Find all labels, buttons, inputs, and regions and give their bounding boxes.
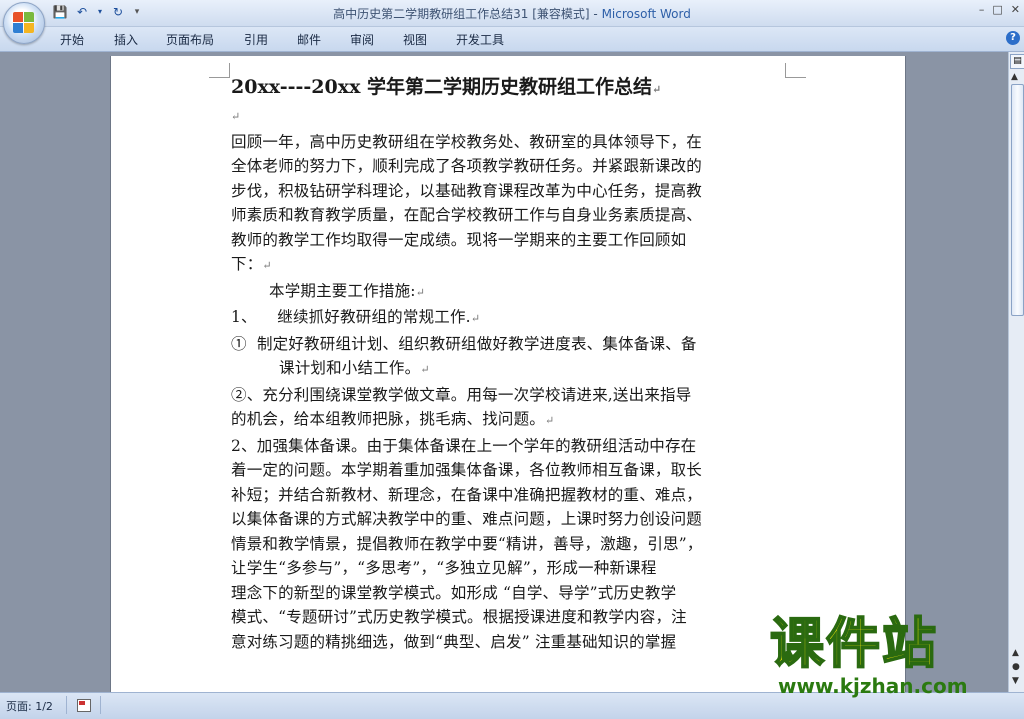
watermark-url: www.kjzhan.com (778, 674, 968, 698)
document-heading: 20xx----20xx 学年第二学期历史教研组工作总结↵ (231, 74, 787, 103)
tab-mailings[interactable]: 邮件 (297, 31, 321, 48)
vertical-scrollbar[interactable]: ▤ ▲ ▲ ● ▼ (1008, 52, 1024, 692)
watermark-logo: 课件站 www.kjzhan.com (769, 612, 1010, 699)
paragraph-line-end: 的机会，给本组教师把脉，挑毛病、找问题。↵ (231, 407, 787, 434)
paragraph-line: 情景和教学情景，提倡教师在教学中要“精讲，善导，激趣，引思”， (231, 534, 703, 553)
window-controls: – □ ✕ (979, 3, 1020, 16)
line-text: 课计划和小结工作。 (279, 359, 421, 377)
paragraph-line: 2、加强集体备课。由于集体备课在上一个学年的教研组活动中存在 (231, 436, 697, 455)
browse-object-icon[interactable]: ● (1012, 662, 1020, 672)
margin-corner-mark (785, 63, 806, 78)
paragraph-line: ① 制定好教研组计划、组织教研组做好教学进度表、集体备课、备 (231, 334, 697, 353)
paragraph-mark: ↵ (231, 110, 241, 123)
help-icon[interactable]: ? (1006, 31, 1020, 45)
window-title: 高中历史第二学期教研组工作总结31 [兼容模式] - Microsoft Wor… (0, 5, 1024, 22)
paragraph-line-end: 1、 继续抓好教研组的常规工作.↵ (231, 305, 787, 332)
status-divider (66, 696, 67, 714)
app-name: Microsoft Word (601, 7, 691, 21)
paragraph-line: 着一定的问题。本学期着重加强集体备课，各位教师相互备课，取长 (231, 461, 703, 479)
line-text: 下： (231, 255, 263, 273)
watermark-title: 课件站 (769, 612, 938, 675)
paragraph-line: 教师的教学工作均取得一定成绩。现将一学期来的主要工作回顾如 (231, 230, 687, 249)
page-count[interactable]: 页面: 1/2 (6, 698, 53, 714)
tab-view[interactable]: 视图 (403, 31, 427, 48)
next-page-icon[interactable]: ▼ (1012, 676, 1019, 686)
restore-icon[interactable]: □ (992, 3, 1002, 16)
paragraph-line: 全体老师的努力下，顺利完成了各项教学教研任务。并紧跟新课改的 (231, 157, 703, 175)
document-workspace: 20xx----20xx 学年第二学期历史教研组工作总结↵ ↵ 回顾一年，高中历… (0, 52, 1008, 696)
line-text: 1、 继续抓好教研组的常规工作. (231, 308, 471, 326)
paragraph-mark: ↵ (652, 83, 662, 96)
tab-review[interactable]: 审阅 (350, 31, 374, 48)
paragraph-line: 理念下的新型的课堂教学模式。如形成 “自学、导学”式历史教学 (231, 583, 677, 602)
paragraph-line: 补短；并结合新教材、新理念，在备课中准确把握教材的重、难点， (231, 485, 703, 504)
empty-paragraph: ↵ (231, 103, 787, 130)
document-page[interactable]: 20xx----20xx 学年第二学期历史教研组工作总结↵ ↵ 回顾一年，高中历… (110, 56, 906, 696)
proofing-icon[interactable] (77, 699, 91, 712)
document-title: 高中历史第二学期教研组工作总结31 [兼容模式] (333, 7, 590, 21)
paragraph-line-end: 本学期主要工作措施:↵ (231, 279, 787, 306)
paragraph-line-end: 课计划和小结工作。↵ (231, 356, 787, 383)
paragraph-line: 模式、“专题研讨”式历史教学模式。根据授课进度和教学内容，注 (231, 608, 687, 626)
previous-page-icon[interactable]: ▲ (1012, 648, 1019, 658)
title-separator: - (589, 7, 602, 21)
paragraph-mark: ↵ (470, 312, 481, 325)
paragraph-line-end: 下：↵ (231, 252, 787, 279)
paragraph-line: 让学生“多参与”，“多思考”，“多独立见解”，形成一种新课程 (231, 559, 657, 577)
line-text: 的机会，给本组教师把脉，挑毛病、找问题。 (231, 410, 546, 428)
view-ruler-icon[interactable]: ▤ (1010, 54, 1024, 69)
office-button[interactable] (3, 2, 45, 44)
line-text: 本学期主要工作措施: (269, 281, 416, 300)
tab-developer[interactable]: 开发工具 (456, 31, 504, 48)
ribbon-tab-bar: 开始 插入 页面布局 引用 邮件 审阅 视图 开发工具 ? (0, 27, 1024, 52)
paragraph-mark: ↵ (262, 259, 272, 272)
paragraph-mark: ↵ (545, 414, 555, 427)
status-divider (100, 696, 107, 714)
paragraph-line: 步伐，积极钻研学科理论，以基础教育课程改革为中心任务，提高教 (231, 181, 703, 200)
paragraph-line: 师素质和教育教学质量，在配合学校教研工作与自身业务素质提高、 (231, 206, 703, 224)
scroll-up-icon[interactable]: ▲ (1011, 72, 1018, 82)
minimize-icon[interactable]: – (979, 3, 985, 16)
tab-page-layout[interactable]: 页面布局 (166, 31, 214, 48)
heading-text: 20xx----20xx 学年第二学期历史教研组工作总结 (231, 76, 653, 98)
tab-home[interactable]: 开始 (60, 31, 84, 48)
margin-corner-mark (209, 63, 230, 78)
document-body[interactable]: 20xx----20xx 学年第二学期历史教研组工作总结↵ ↵ 回顾一年，高中历… (231, 74, 787, 654)
paragraph-line: ②、充分利围绕课堂教学做文章。用每一次学校请进来,送出来指导 (231, 385, 692, 404)
office-logo-icon (13, 12, 35, 34)
paragraph-line: 回顾一年，高中历史教研组在学校教务处、教研室的具体领导下，在 (231, 132, 703, 151)
paragraph-mark: ↵ (415, 285, 426, 299)
paragraph-mark: ↵ (420, 363, 430, 376)
close-icon[interactable]: ✕ (1011, 3, 1020, 16)
tab-insert[interactable]: 插入 (114, 31, 138, 48)
title-bar: 💾 ↶ ▾ ↻ ▾ 高中历史第二学期教研组工作总结31 [兼容模式] - Mic… (0, 0, 1024, 27)
paragraph-line: 以集体备课的方式解决教学中的重、难点问题，上课时努力创设问题 (231, 510, 703, 528)
tab-references[interactable]: 引用 (244, 31, 268, 48)
paragraph-line: 意对练习题的精挑细选，做到“典型、启发” 注重基础知识的掌握 (231, 632, 677, 651)
scroll-thumb[interactable] (1011, 84, 1024, 316)
